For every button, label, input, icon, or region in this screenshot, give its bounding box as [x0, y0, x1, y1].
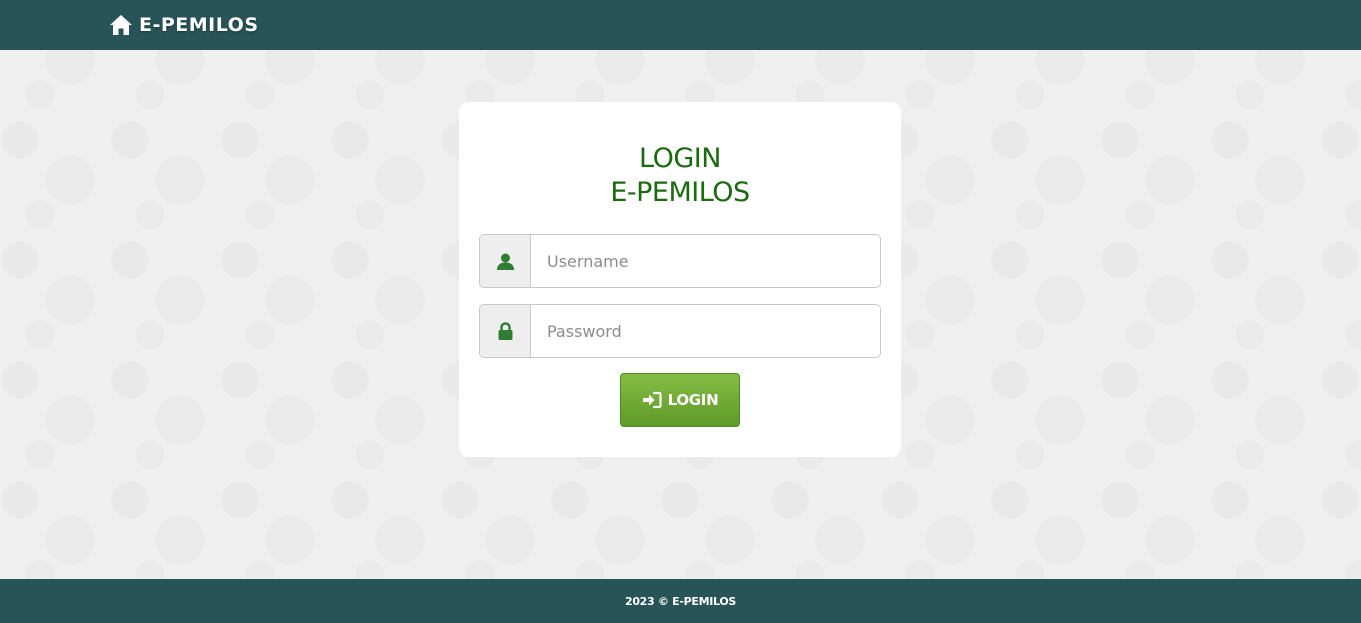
user-icon — [496, 253, 514, 270]
sign-in-icon — [642, 391, 662, 409]
home-icon — [110, 15, 132, 35]
login-subtitle: E-PEMILOS — [610, 177, 750, 208]
password-input[interactable] — [531, 305, 880, 357]
password-group — [479, 304, 881, 358]
footer-copyright: 2023 © E-PEMILOS — [624, 594, 737, 608]
username-input[interactable] — [531, 235, 880, 287]
login-title: LOGIN — [639, 143, 721, 174]
brand-text: E-PEMILOS — [139, 14, 259, 36]
lock-icon — [498, 321, 512, 340]
brand-link[interactable]: E-PEMILOS — [109, 13, 259, 37]
username-group — [479, 234, 881, 288]
login-button-label: LOGIN — [667, 391, 719, 409]
top-navbar: E-PEMILOS — [0, 0, 1361, 50]
login-button[interactable]: LOGIN — [620, 373, 740, 427]
footer: 2023 © E-PEMILOS — [0, 579, 1361, 623]
login-card: LOGIN E-PEMILOS LOGIN — [459, 102, 901, 457]
username-addon — [480, 235, 531, 287]
password-addon — [480, 305, 531, 357]
